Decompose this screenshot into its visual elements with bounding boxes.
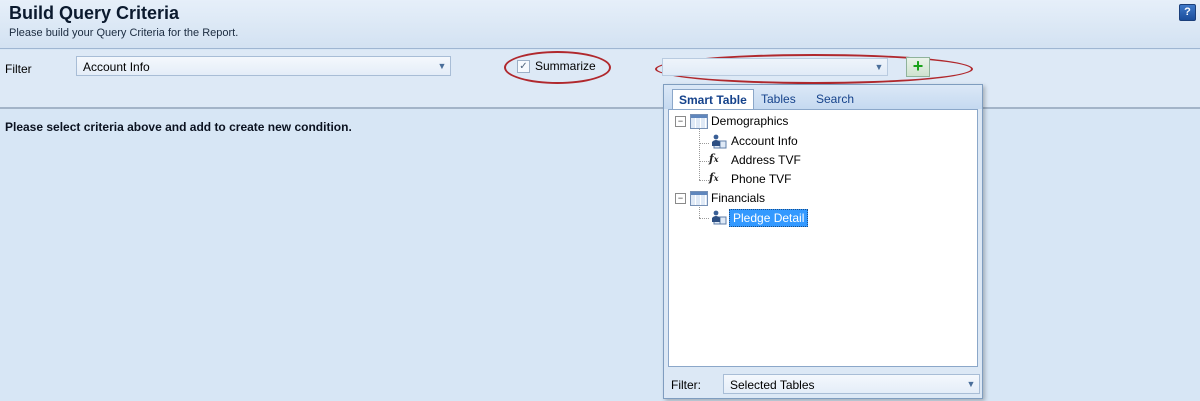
tab-smart-table[interactable]: Smart Table xyxy=(672,89,754,110)
help-icon[interactable]: ? xyxy=(1179,4,1196,21)
collapse-icon[interactable]: − xyxy=(675,193,686,204)
filter-combo[interactable]: Account Info ▼ xyxy=(76,56,451,76)
instruction-message: Please select criteria above and add to … xyxy=(5,120,352,134)
tree-node-financials[interactable]: Financials xyxy=(711,191,765,205)
page-title: Build Query Criteria xyxy=(9,3,180,23)
tab-tables[interactable]: Tables xyxy=(755,89,802,109)
tree-node-phone-tvf[interactable]: Phone TVF xyxy=(731,172,791,186)
collapse-icon[interactable]: − xyxy=(675,116,686,127)
tree-connector xyxy=(699,218,709,219)
chevron-down-icon[interactable]: ▼ xyxy=(963,375,979,393)
smart-table-icon xyxy=(712,210,727,225)
chevron-down-icon[interactable]: ▼ xyxy=(434,57,450,75)
add-button[interactable]: + xyxy=(906,57,930,77)
smart-table-icon xyxy=(712,134,727,149)
summarize-label[interactable]: Summarize xyxy=(535,59,596,73)
popup-filter-combo[interactable]: Selected Tables ▼ xyxy=(723,374,980,394)
filter-combo-value: Account Info xyxy=(83,60,150,74)
function-icon: fx xyxy=(709,171,719,184)
tab-search[interactable]: Search xyxy=(810,89,860,109)
summarize-checkbox[interactable]: ✓ xyxy=(517,60,530,73)
field-combo[interactable]: ▼ xyxy=(662,58,888,76)
tree-connector xyxy=(699,126,700,180)
filter-label: Filter xyxy=(5,62,32,76)
tree-node-account-info[interactable]: Account Info xyxy=(731,134,798,148)
tree-connector xyxy=(699,161,709,162)
popup-tabs: Smart Table Tables Search xyxy=(664,85,982,110)
table-group-icon xyxy=(690,191,708,206)
tree-node-address-tvf[interactable]: Address TVF xyxy=(731,153,801,167)
popup-filter-value: Selected Tables xyxy=(730,378,815,392)
tree-connector xyxy=(699,143,709,144)
table-group-icon xyxy=(690,114,708,129)
field-picker-popup: Smart Table Tables Search − Demographics… xyxy=(663,84,983,399)
field-tree: − Demographics Account Info fx Address T… xyxy=(668,109,978,367)
tree-node-demographics[interactable]: Demographics xyxy=(711,114,788,128)
page-subtitle: Please build your Query Criteria for the… xyxy=(9,27,239,39)
chevron-down-icon[interactable]: ▼ xyxy=(871,59,887,75)
tree-node-pledge-detail[interactable]: Pledge Detail xyxy=(729,209,809,227)
tree-connector xyxy=(699,180,709,181)
popup-filter-label: Filter: xyxy=(671,378,701,392)
function-icon: fx xyxy=(709,152,719,165)
header xyxy=(0,0,1200,49)
